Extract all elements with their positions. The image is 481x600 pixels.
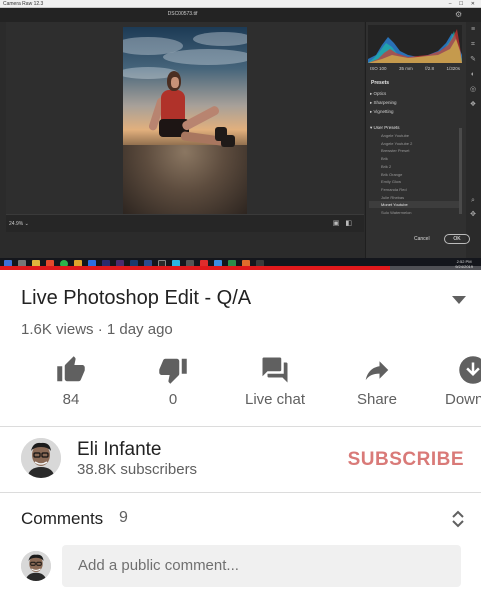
section-optics[interactable]: ▸ Optics [370,91,386,97]
live-chat-button[interactable]: Live chat [245,355,305,415]
preset-item[interactable]: Brik [381,156,388,161]
edited-photo [123,27,247,214]
camera-info: ISO 100 35 mm f/2.8 1/320s [370,66,460,71]
subscriber-count: 38.8K subscribers [77,461,198,478]
ok-button[interactable]: OK [444,234,470,244]
view-mode-icons[interactable]: ▣◧ [333,219,358,227]
download-button[interactable]: Down [441,355,481,415]
expand-description-icon[interactable] [452,296,466,304]
window-controls[interactable]: – ☐ ✕ [449,1,478,7]
download-icon [459,356,481,384]
brush-tool-icon[interactable]: ◐ [468,70,478,80]
share-icon [365,361,389,380]
preset-item[interactable]: Julie Rhebas [381,195,404,200]
camera-raw-window-title: Camera Raw 12.3 [3,1,44,7]
chat-icon [262,357,288,383]
zoom-tool-icon[interactable]: ⌕ [468,196,478,206]
divider [0,492,481,493]
presets-tool-icon[interactable]: ❖ [468,100,478,110]
share-button[interactable]: Share [347,355,407,415]
hand-tool-icon[interactable]: ✥ [468,210,478,220]
video-meta: 1.6K views · 1 day ago [21,321,173,338]
camera-raw-filename: DSC00573.tif [167,11,198,17]
comments-title[interactable]: Comments [21,509,103,529]
edit-tool-icon[interactable]: ≡ [468,25,478,35]
video-player[interactable]: Camera Raw 12.3 – ☐ ✕ DSC00573.tif ⚙ 24.… [0,0,481,270]
dislike-button[interactable]: 0 [143,355,203,415]
camera-raw-bottom-bar: 24.9% ⌄ ▣◧ [6,214,364,232]
preset-item[interactable]: Brik 2 [381,164,391,169]
expand-collapse-icon[interactable] [451,509,465,529]
preset-item[interactable]: Sulo Watermelon [381,210,412,215]
presets-panel-title: Presets [371,80,390,86]
histogram [368,25,462,63]
thumbs-up-icon [57,356,85,382]
redeye-tool-icon[interactable]: ◎ [468,85,478,95]
crop-tool-icon[interactable]: ⌗ [468,40,478,50]
cancel-button[interactable]: Cancel [414,236,430,242]
section-vignetting[interactable]: ▸ Vignetting [370,109,393,115]
preset-item[interactable]: Emily Glow [381,179,401,184]
thumbs-down-icon [159,358,187,384]
camera-raw-toolbar: DSC00573.tif ⚙ [0,8,481,22]
download-label: Down [445,391,481,408]
gear-icon[interactable]: ⚙ [455,10,462,19]
preset-item[interactable]: Brik Orange [381,172,402,177]
channel-avatar[interactable] [21,438,61,478]
like-count: 84 [62,391,80,408]
dislike-count: 0 [168,391,178,408]
preset-item[interactable]: Monet Youtube [381,202,408,207]
section-sharpening[interactable]: ▸ Sharpening [370,100,397,106]
preset-item[interactable]: Angele Youtube 2 [381,141,412,146]
video-title: Live Photoshop Edit - Q/A [21,287,252,309]
subscribe-button[interactable]: SUBSCRIBE [346,446,464,474]
share-label: Share [356,391,398,408]
channel-name[interactable]: Eli Infante [77,439,162,461]
live-chat-label: Live chat [245,391,306,408]
preset-item[interactable]: Angele Youtube [381,133,409,138]
comments-count: 9 [119,509,128,526]
divider [0,426,481,427]
heal-tool-icon[interactable]: ✎ [468,55,478,65]
preset-item[interactable]: Fernanda Red [381,187,407,192]
video-progress-fill [0,266,390,270]
preset-item[interactable]: Brewster Preset [381,148,409,153]
like-button[interactable]: 84 [41,355,101,415]
user-presets-group[interactable]: ▾ User Presets [370,125,400,131]
user-avatar [21,551,51,581]
camera-raw-titlebar: Camera Raw 12.3 – ☐ ✕ [0,0,481,8]
comment-placeholder: Add a public comment... [78,557,239,574]
comment-input[interactable]: Add a public comment... [62,545,461,587]
zoom-level[interactable]: 24.9% ⌄ [9,221,29,227]
preset-scrollbar[interactable] [459,128,462,214]
